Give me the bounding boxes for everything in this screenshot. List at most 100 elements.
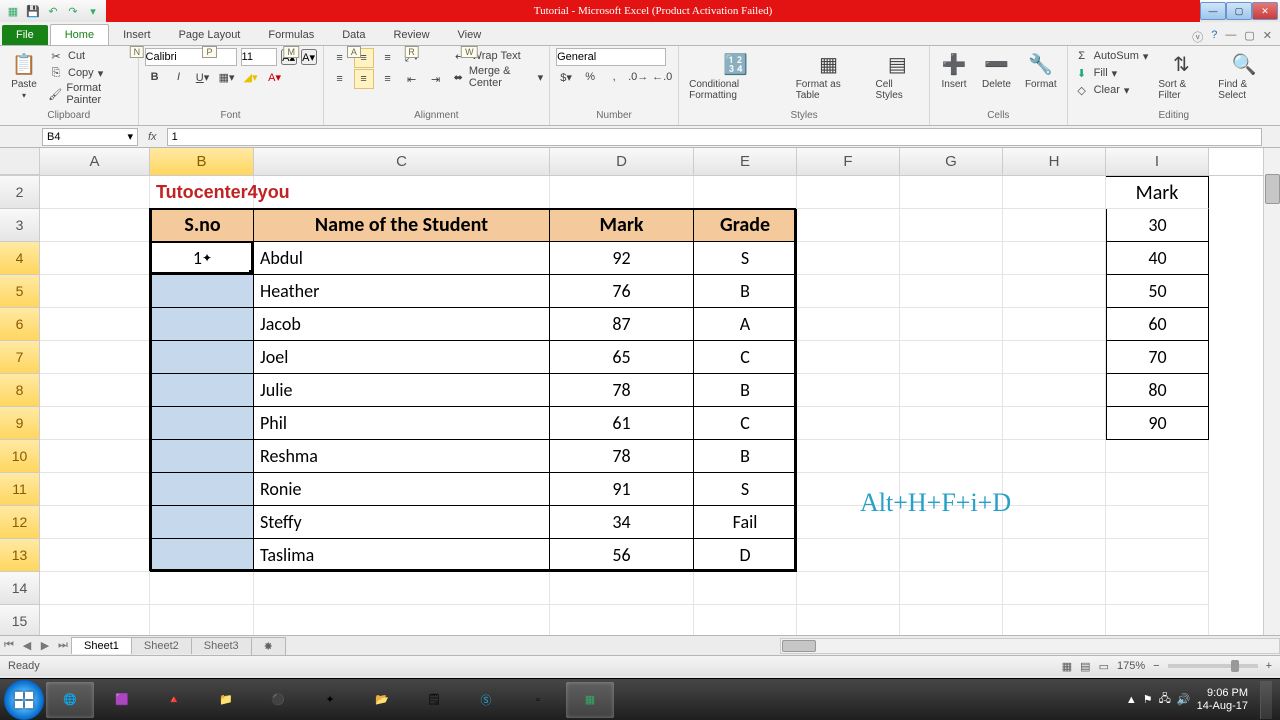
tab-file[interactable]: File — [2, 25, 48, 45]
paste-button[interactable]: 📋Paste▾ — [6, 48, 42, 102]
minimize-button[interactable]: — — [1200, 2, 1226, 20]
sheet-nav-first-icon[interactable]: ⏮ — [0, 639, 18, 652]
tray-network-icon[interactable]: 🖧 — [1159, 690, 1171, 709]
sheet-nav-next-icon[interactable]: ▶ — [36, 639, 54, 652]
cell-D3[interactable]: Mark — [550, 209, 694, 242]
increase-decimal-icon[interactable]: .0→ — [628, 67, 648, 87]
worksheet-grid[interactable]: ABCDEFGHI 23456789101112131415 Tutocente… — [0, 148, 1280, 636]
cell-I8[interactable]: 80 — [1106, 374, 1209, 407]
row-header-5[interactable]: 5 — [0, 275, 40, 308]
percent-icon[interactable]: % — [580, 67, 600, 87]
system-tray[interactable]: ▲ ⚑ 🖧 🔊 9:06 PM14-Aug-17 — [1126, 681, 1276, 719]
tab-view[interactable]: ViewW — [444, 25, 496, 45]
cell-B8[interactable] — [150, 374, 254, 407]
start-button[interactable] — [4, 680, 44, 720]
align-left-icon[interactable]: ≡ — [330, 69, 350, 89]
format-cells-button[interactable]: 🔧Format — [1021, 48, 1061, 92]
cell-A6[interactable] — [40, 308, 150, 341]
cell-B5[interactable] — [150, 275, 254, 308]
align-right-icon[interactable]: ≡ — [378, 69, 398, 89]
cell-C3[interactable]: Name of the Student — [254, 209, 550, 242]
cell-B7[interactable] — [150, 341, 254, 374]
merge-center-button[interactable]: ⬌Merge & Center ▾ — [452, 65, 544, 89]
taskbar-chrome-icon[interactable]: 🌐 — [46, 682, 94, 718]
cell-C13[interactable]: Taslima — [254, 539, 550, 572]
row-header-12[interactable]: 12 — [0, 506, 40, 539]
cell-E9[interactable]: C — [694, 407, 797, 440]
cell-F10[interactable] — [797, 440, 900, 473]
cell-I10[interactable] — [1106, 440, 1209, 473]
vertical-scrollbar[interactable] — [1263, 148, 1280, 635]
cell-E10[interactable]: B — [694, 440, 797, 473]
sheet-nav-last-icon[interactable]: ⏭ — [54, 639, 72, 652]
doc-restore-icon[interactable]: ▢ — [1244, 29, 1254, 45]
taskbar-folder2-icon[interactable]: 📂 — [358, 682, 406, 718]
show-desktop-button[interactable] — [1260, 681, 1272, 719]
row-header-11[interactable]: 11 — [0, 473, 40, 506]
autosum-button[interactable]: ΣAutoSum ▾ — [1074, 48, 1149, 64]
cell-D12[interactable]: 34 — [550, 506, 694, 539]
cell-F2[interactable] — [797, 176, 900, 209]
cell-F9[interactable] — [797, 407, 900, 440]
cell-G3[interactable] — [900, 209, 1003, 242]
row-header-2[interactable]: 2 — [0, 176, 40, 209]
cell-B9[interactable] — [150, 407, 254, 440]
cell-F7[interactable] — [797, 341, 900, 374]
fill-button[interactable]: ⬇Fill ▾ — [1074, 65, 1149, 81]
row-header-3[interactable]: 3 — [0, 209, 40, 242]
row-header-13[interactable]: 13 — [0, 539, 40, 572]
cell-D10[interactable]: 78 — [550, 440, 694, 473]
row-header-9[interactable]: 9 — [0, 407, 40, 440]
cell-E5[interactable]: B — [694, 275, 797, 308]
cell-D5[interactable]: 76 — [550, 275, 694, 308]
taskbar-folder-icon[interactable]: 📁 — [202, 682, 250, 718]
decrease-decimal-icon[interactable]: ←.0 — [652, 67, 672, 87]
tray-up-icon[interactable]: ▲ — [1126, 694, 1137, 706]
tab-data[interactable]: DataA — [328, 25, 379, 45]
border-button[interactable]: ▦▾ — [217, 67, 237, 87]
cell-D2[interactable] — [550, 176, 694, 209]
cell-F15[interactable] — [797, 605, 900, 636]
cell-I7[interactable]: 70 — [1106, 341, 1209, 374]
taskbar-app3-icon[interactable]: ▫ — [514, 682, 562, 718]
underline-button[interactable]: U▾ — [193, 67, 213, 87]
cell-C7[interactable]: Joel — [254, 341, 550, 374]
cell-B12[interactable] — [150, 506, 254, 539]
cell-G15[interactable] — [900, 605, 1003, 636]
taskbar-obs-icon[interactable]: ⚫ — [254, 682, 302, 718]
tab-insert[interactable]: InsertN — [109, 25, 165, 45]
cell-I11[interactable] — [1106, 473, 1209, 506]
name-box[interactable]: B4▾ — [42, 128, 138, 146]
tab-home[interactable]: Home — [50, 24, 109, 45]
tab-page-layout[interactable]: Page LayoutP — [165, 25, 255, 45]
row-header-14[interactable]: 14 — [0, 572, 40, 605]
cell-E6[interactable]: A — [694, 308, 797, 341]
minimize-ribbon-icon[interactable]: ⓥ — [1192, 29, 1203, 45]
cell-H10[interactable] — [1003, 440, 1106, 473]
help-icon[interactable]: ? — [1211, 29, 1217, 45]
cell-F4[interactable] — [797, 242, 900, 275]
cell-I5[interactable]: 50 — [1106, 275, 1209, 308]
cell-E7[interactable]: C — [694, 341, 797, 374]
taskbar-excel-icon[interactable]: ▦ — [566, 682, 614, 718]
cell-F3[interactable] — [797, 209, 900, 242]
cell-H15[interactable] — [1003, 605, 1106, 636]
insert-cells-button[interactable]: ➕Insert — [936, 48, 972, 92]
view-pagebreak-icon[interactable]: ▭ — [1099, 660, 1109, 673]
col-header-C[interactable]: C — [254, 148, 550, 175]
view-layout-icon[interactable]: ▤ — [1080, 660, 1090, 673]
font-color-button[interactable]: A▾ — [265, 67, 285, 87]
cell-D11[interactable]: 91 — [550, 473, 694, 506]
cell-A7[interactable] — [40, 341, 150, 374]
cell-D14[interactable] — [550, 572, 694, 605]
sheet-nav-prev-icon[interactable]: ◀ — [18, 639, 36, 652]
zoom-out-icon[interactable]: − — [1153, 660, 1159, 672]
cell-G10[interactable] — [900, 440, 1003, 473]
col-header-E[interactable]: E — [694, 148, 797, 175]
cell-A13[interactable] — [40, 539, 150, 572]
col-header-D[interactable]: D — [550, 148, 694, 175]
cell-A15[interactable] — [40, 605, 150, 636]
cell-F14[interactable] — [797, 572, 900, 605]
cell-A4[interactable] — [40, 242, 150, 275]
copy-button[interactable]: ⎘Copy ▾ — [48, 65, 132, 81]
